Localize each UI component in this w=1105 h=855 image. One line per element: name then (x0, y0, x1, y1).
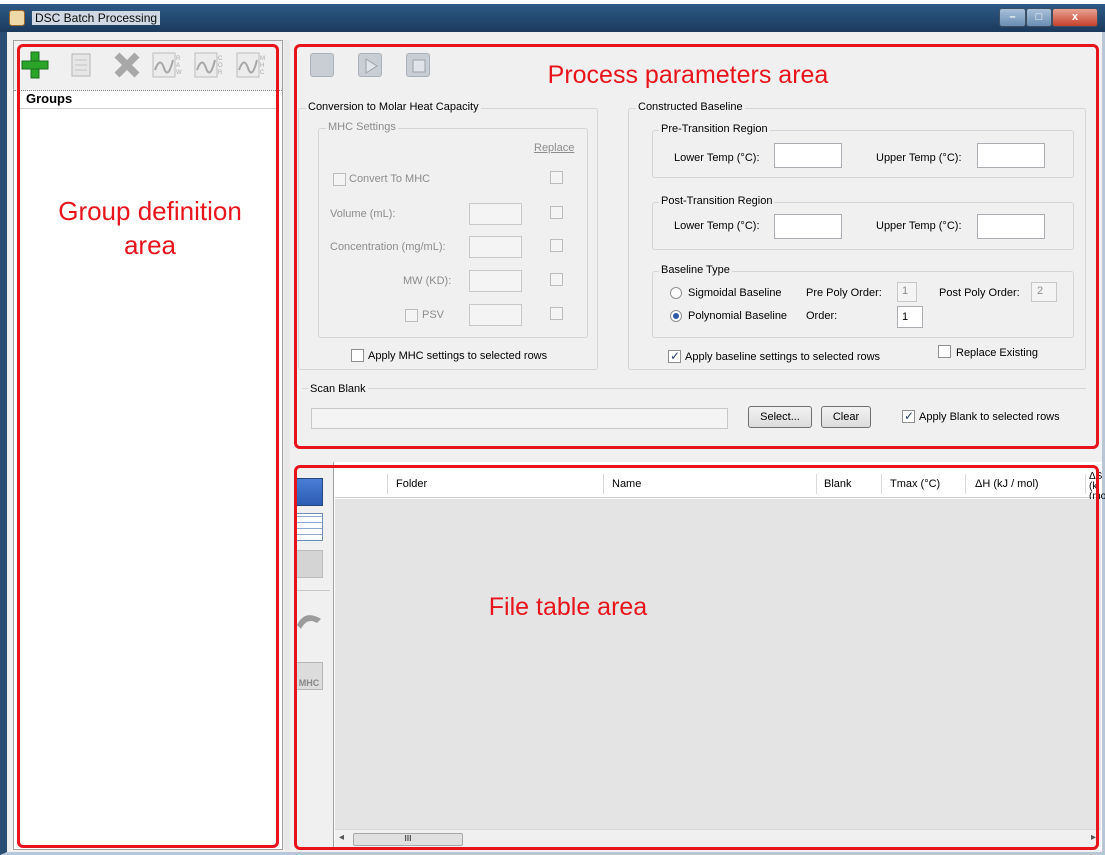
file-table-area-highlight (294, 465, 1099, 850)
file-table-area-annotation: File table area (488, 593, 648, 621)
window-title: DSC Batch Processing (32, 11, 161, 25)
title-bar: DSC Batch Processing – □ x (0, 4, 1105, 32)
group-area-highlight (17, 44, 279, 848)
close-button[interactable]: x (1052, 8, 1098, 27)
process-area-annotation: Process parameters area (547, 61, 829, 89)
app-icon (9, 10, 25, 26)
maximize-button[interactable]: □ (1026, 8, 1052, 27)
group-area-annotation: Group definition area (58, 196, 242, 260)
minimize-button[interactable]: – (999, 8, 1026, 27)
process-area-highlight (294, 44, 1099, 449)
